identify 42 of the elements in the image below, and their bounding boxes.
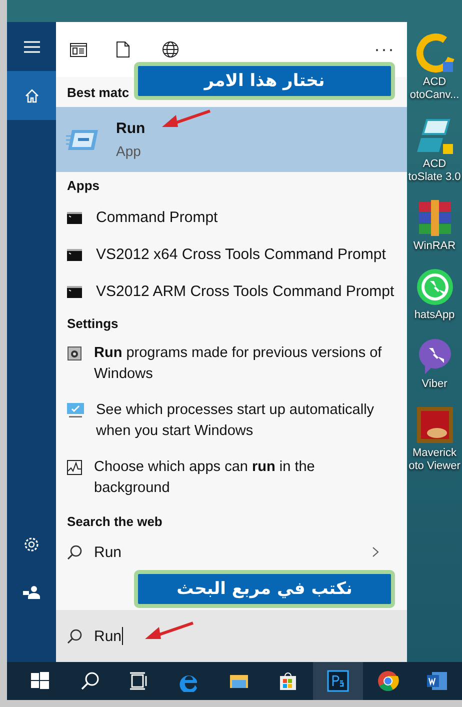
desktop-icon-label: ACD — [422, 76, 446, 89]
settings-item[interactable]: Run programs made for previous versions of Windows — [56, 337, 407, 394]
section-heading: Settings — [66, 315, 118, 333]
photoshop-icon[interactable] — [313, 662, 363, 700]
search-icon — [67, 628, 82, 644]
arrow-annotation — [145, 620, 195, 642]
app-item[interactable]: Command Prompt — [56, 199, 407, 236]
section-heading: Search the web — [66, 513, 162, 531]
desktop-icon-label: Viber — [422, 378, 448, 391]
arrow-annotation — [162, 108, 212, 130]
search-field[interactable]: Run — [56, 610, 407, 662]
document-icon[interactable] — [116, 41, 130, 58]
annotation-callout: نختار هذا الامر — [134, 62, 395, 100]
web-search-item[interactable]: Run — [56, 535, 407, 569]
desktop-icon-label: ACD — [422, 158, 446, 171]
search-icon — [67, 544, 82, 560]
console-icon — [67, 286, 82, 298]
desktop-icon-label: oto Viewer — [408, 460, 460, 473]
desktop-icon-label: otoCanv... — [410, 89, 460, 102]
desktop-icon-label: WinRAR — [413, 240, 456, 253]
section-heading: Apps — [66, 177, 100, 195]
more-button[interactable]: ··· — [374, 39, 395, 60]
annotation-callout: نكتب في مربع البحث — [134, 570, 395, 608]
desktop-icon-label: Maverick — [412, 447, 456, 460]
chevron-icon — [372, 547, 379, 557]
settings-item[interactable]: See which processes start up automatically when you start Windows — [56, 394, 407, 451]
apps-icon[interactable] — [70, 42, 87, 56]
chart-icon — [67, 460, 82, 475]
run-icon — [66, 128, 100, 152]
monitor-icon — [67, 403, 84, 418]
compatibility-icon — [67, 346, 82, 361]
console-icon — [67, 248, 82, 260]
section-heading: Best matc — [66, 84, 130, 102]
desktop-icon-label: toSlate 3.0 — [408, 171, 461, 184]
console-icon — [67, 212, 82, 224]
home-icon[interactable] — [7, 71, 56, 120]
desktop-icon-label: hatsApp — [414, 309, 455, 322]
globe-icon[interactable] — [162, 41, 179, 58]
app-item[interactable]: VS2012 ARM Cross Tools Command Prompt — [56, 273, 407, 310]
settings-item[interactable]: Choose which apps can run in the background — [56, 451, 407, 508]
app-item[interactable]: VS2012 x64 Cross Tools Command Prompt — [56, 236, 407, 273]
best-match-item[interactable]: Run App — [56, 107, 407, 172]
